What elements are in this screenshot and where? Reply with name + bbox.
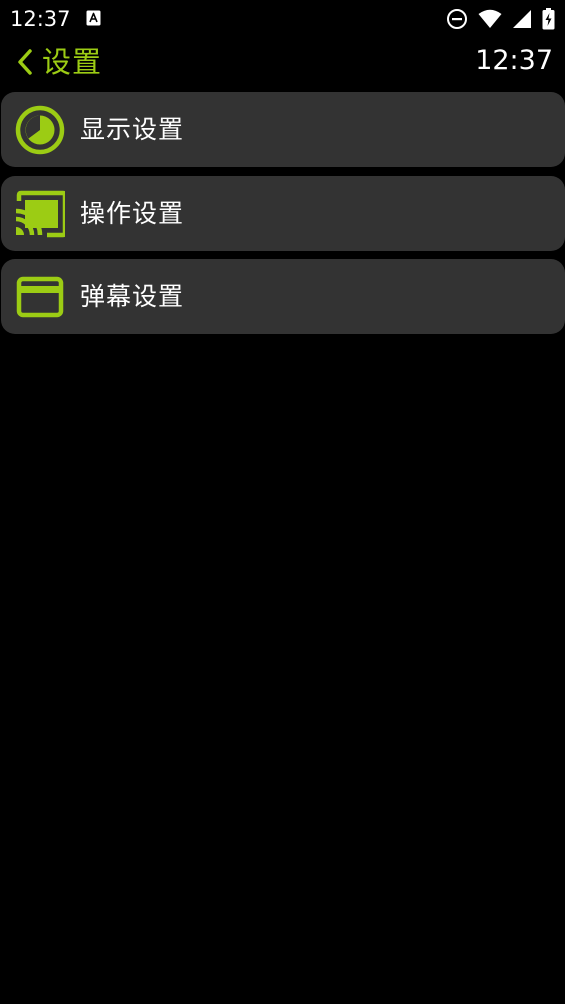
status-icons <box>446 7 555 31</box>
menu-item-label: 显示设置 <box>80 115 185 144</box>
do-not-disturb-icon <box>447 9 467 29</box>
a-notification-icon <box>86 10 101 26</box>
header-clock: 12:37 <box>475 45 553 76</box>
menu-item-operation-settings[interactable]: 操作设置 <box>1 176 565 251</box>
page-title: 设置 <box>42 45 103 79</box>
wifi-icon <box>478 9 502 28</box>
battery-charging-icon <box>542 8 555 30</box>
display-icon <box>15 105 65 155</box>
menu-item-display-settings[interactable]: 显示设置 <box>1 92 565 167</box>
danmaku-card-icon <box>16 276 64 318</box>
chevron-left-icon <box>18 49 32 75</box>
cast-icon <box>15 190 65 238</box>
menu-item-label: 操作设置 <box>80 199 185 228</box>
back-button[interactable]: 设置 <box>14 42 102 82</box>
menu-item-label: 弹幕设置 <box>80 282 185 311</box>
cell-signal-icon <box>513 10 531 28</box>
status-time: 12:37 <box>10 7 71 31</box>
menu-item-danmaku-settings[interactable]: 弹幕设置 <box>1 259 565 334</box>
status-bar: 12:37 <box>0 0 565 38</box>
header: 设置 12:37 <box>0 38 565 86</box>
